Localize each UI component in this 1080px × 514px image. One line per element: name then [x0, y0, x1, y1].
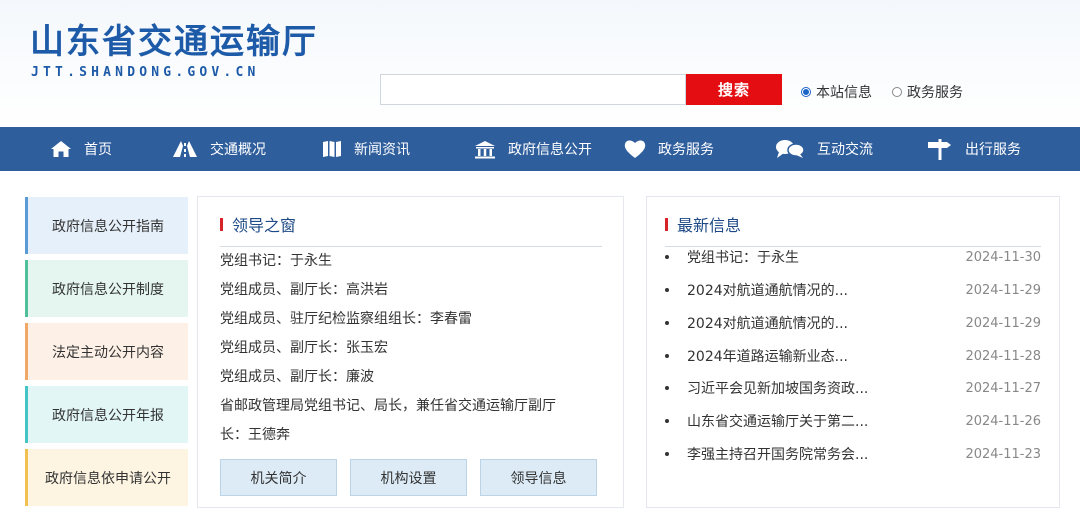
site-logo-title[interactable]: 山东省交通运输厅 — [30, 22, 318, 62]
sidebar-item-disclosure-on-request[interactable]: 政府信息依申请公开 — [25, 449, 188, 506]
title-accent-bar — [220, 217, 223, 231]
news-item-title[interactable]: 2024对航道通航情况的... — [687, 313, 957, 333]
nav-item-transport-overview[interactable]: 交通概况 — [172, 127, 266, 171]
leader-line[interactable]: 党组成员、驻厅纪检监察组组长：李春雷 — [220, 305, 582, 334]
sidebar-item-statutory-content[interactable]: 法定主动公开内容 — [25, 323, 188, 380]
nav-label: 政务服务 — [658, 142, 714, 158]
leaders-panel-title: 领导之窗 — [220, 212, 296, 236]
sidebar-item-disclosure-guide[interactable]: 政府信息公开指南 — [25, 197, 188, 254]
bullet-icon — [665, 288, 669, 292]
news-list-item[interactable]: 2024对航道通航情况的... 2024-11-29 — [663, 313, 1041, 333]
news-item-date: 2024-11-28 — [965, 348, 1041, 364]
sidebar-item-label: 政府信息公开制度 — [52, 281, 164, 298]
site-logo-url: JTT.SHANDONG.GOV.CN — [31, 65, 260, 80]
leader-line[interactable]: 党组成员、副厅长：廉波 — [220, 363, 582, 392]
nav-label: 政府信息公开 — [508, 142, 592, 158]
nav-label: 首页 — [84, 142, 112, 158]
sidebar-item-label: 政府信息依申请公开 — [45, 470, 171, 487]
leader-line[interactable]: 党组书记：于永生 — [220, 247, 582, 276]
site-header: 山东省交通运输厅 JTT.SHANDONG.GOV.CN 搜索 本站信息 政务服… — [0, 0, 1080, 127]
main-nav: 首页 交通概况 新闻资讯 政府信息公开 政务服务 互动交流 出行服务 — [0, 127, 1080, 171]
search-button[interactable]: 搜索 — [686, 74, 782, 105]
sidebar-item-disclosure-system[interactable]: 政府信息公开制度 — [25, 260, 188, 317]
sidebar-item-label: 政府信息公开指南 — [52, 218, 164, 235]
radio-site-info[interactable]: 本站信息 — [801, 82, 872, 102]
nav-item-news[interactable]: 新闻资讯 — [322, 127, 410, 171]
news-item-title[interactable]: 2024年道路运输新业态... — [687, 346, 957, 366]
nav-label: 出行服务 — [965, 142, 1021, 158]
leader-line[interactable]: 党组成员、副厅长：张玉宏 — [220, 334, 582, 363]
bullet-icon — [665, 452, 669, 456]
leaders-title-text: 领导之窗 — [232, 216, 297, 235]
radio-checked-icon[interactable] — [801, 87, 811, 97]
book-icon — [323, 141, 341, 157]
nav-item-interaction[interactable]: 互动交流 — [775, 127, 873, 171]
news-panel-title: 最新信息 — [665, 212, 741, 236]
news-item-title[interactable]: 李强主持召开国务院常务会... — [687, 444, 957, 464]
radio-unchecked-icon[interactable] — [892, 87, 902, 97]
news-list-item[interactable]: 党组书记：于永生 2024-11-30 — [663, 247, 1041, 267]
heart-icon — [624, 140, 646, 158]
nav-label: 互动交流 — [817, 142, 873, 158]
news-item-title[interactable]: 党组书记：于永生 — [687, 247, 957, 267]
nav-label: 新闻资讯 — [354, 142, 410, 158]
home-icon — [51, 141, 71, 157]
radio-gov-service[interactable]: 政务服务 — [892, 82, 963, 102]
building-icon — [475, 140, 495, 158]
nav-item-gov-service[interactable]: 政务服务 — [624, 127, 714, 171]
signpost-icon — [928, 139, 951, 160]
news-title-text: 最新信息 — [677, 216, 742, 235]
nav-item-home[interactable]: 首页 — [50, 127, 112, 171]
nav-item-gov-info-disclosure[interactable]: 政府信息公开 — [474, 127, 592, 171]
news-item-date: 2024-11-29 — [965, 282, 1041, 298]
bullet-icon — [665, 321, 669, 325]
radio-site-info-label: 本站信息 — [816, 85, 872, 101]
leader-line[interactable]: 党组成员、副厅长：高洪岩 — [220, 276, 582, 305]
news-item-date: 2024-11-29 — [965, 315, 1041, 331]
news-item-title[interactable]: 2024对航道通航情况的... — [687, 280, 957, 300]
news-list-item[interactable]: 习近平会见新加坡国务资政... 2024-11-27 — [663, 378, 1041, 398]
news-item-date: 2024-11-30 — [965, 249, 1041, 265]
news-item-title[interactable]: 习近平会见新加坡国务资政... — [687, 378, 957, 398]
news-list-item[interactable]: 2024对航道通航情况的... 2024-11-29 — [663, 280, 1041, 300]
radio-gov-service-label: 政务服务 — [907, 85, 963, 101]
sidebar-item-label: 政府信息公开年报 — [52, 407, 164, 424]
news-item-date: 2024-11-27 — [965, 380, 1041, 396]
bullet-icon — [665, 419, 669, 423]
news-item-title[interactable]: 山东省交通运输厅关于第二... — [687, 411, 957, 431]
news-item-date: 2024-11-26 — [965, 413, 1041, 429]
leader-info-button[interactable]: 领导信息 — [480, 459, 597, 496]
bullet-icon — [665, 354, 669, 358]
title-accent-bar — [665, 217, 668, 231]
news-list-item[interactable]: 李强主持召开国务院常务会... 2024-11-23 — [663, 444, 1041, 464]
org-structure-button[interactable]: 机构设置 — [350, 459, 467, 496]
news-item-date: 2024-11-23 — [965, 446, 1041, 462]
sidebar-item-annual-report[interactable]: 政府信息公开年报 — [25, 386, 188, 443]
bullet-icon — [665, 386, 669, 390]
sidebar-item-label: 法定主动公开内容 — [52, 344, 164, 361]
org-intro-button[interactable]: 机关简介 — [220, 459, 337, 496]
news-list-item[interactable]: 2024年道路运输新业态... 2024-11-28 — [663, 346, 1041, 366]
nav-item-travel-service[interactable]: 出行服务 — [927, 127, 1021, 171]
leader-line[interactable]: 省邮政管理局党组书记、局长，兼任省交通运输厅副厅长：王德奔 — [220, 392, 582, 450]
search-input[interactable] — [380, 74, 686, 105]
chat-icon — [776, 140, 805, 158]
road-icon — [173, 141, 197, 157]
news-list-item[interactable]: 山东省交通运输厅关于第二... 2024-11-26 — [663, 411, 1041, 431]
nav-label: 交通概况 — [210, 142, 266, 158]
bullet-icon — [665, 255, 669, 259]
